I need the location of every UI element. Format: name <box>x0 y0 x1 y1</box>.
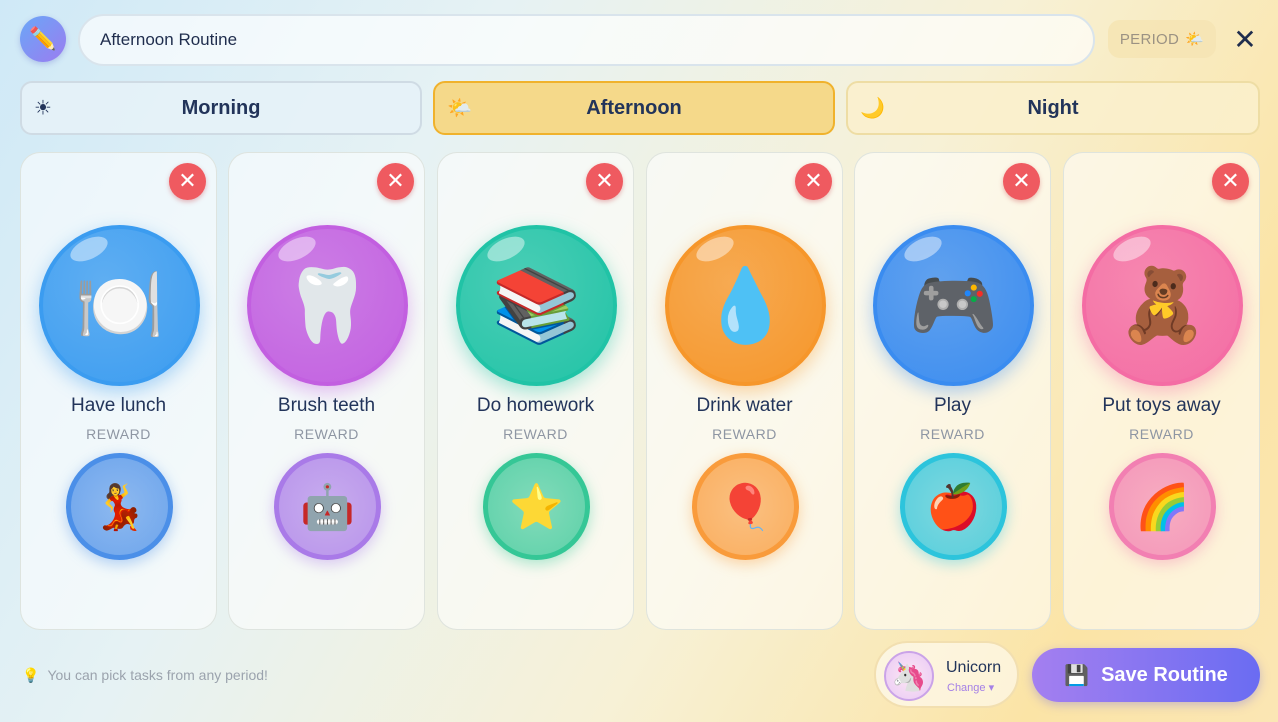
moon-icon: 🌙 <box>860 97 885 120</box>
close-icon: ✕ <box>595 169 614 194</box>
period-label: PERIOD <box>1119 30 1180 48</box>
tip-message: 💡 You can pick tasks from any period! <box>22 664 268 686</box>
task-card[interactable]: ✕ 🦷 Brush teeth REWARD 🤖 <box>228 152 425 630</box>
period-button[interactable]: PERIOD 🌤️ <box>1108 20 1216 58</box>
task-name: Put toys away <box>1102 395 1221 416</box>
reward-button[interactable]: 💃 <box>66 453 173 560</box>
pet-avatar-glyph: 🦄 <box>891 660 927 692</box>
reward-label: REWARD <box>86 426 151 442</box>
reward-button[interactable]: 🍎 <box>900 453 1007 560</box>
routine-title-input[interactable] <box>78 14 1095 66</box>
close-icon: ✕ <box>804 169 823 194</box>
reward-button[interactable]: 🌈 <box>1109 453 1216 560</box>
tab-morning[interactable]: ☀ Morning <box>20 81 422 135</box>
rainbow-icon: 🌈 <box>1135 482 1190 532</box>
close-icon: ✕ <box>386 169 405 194</box>
task-card[interactable]: ✕ 🧸 Put toys away REWARD 🌈 <box>1063 152 1260 630</box>
tab-afternoon[interactable]: 🌤️ Afternoon <box>433 81 835 135</box>
reward-label: REWARD <box>1129 426 1194 442</box>
edit-icon[interactable]: ✏️ <box>20 16 66 62</box>
lightbulb-icon: 💡 <box>22 666 40 683</box>
task-icon-circle[interactable]: 🧸 <box>1082 225 1243 386</box>
books-icon: 📚 <box>491 266 582 346</box>
remove-task-button[interactable]: ✕ <box>795 163 832 200</box>
tab-night[interactable]: 🌙 Night <box>846 81 1260 135</box>
close-icon: ✕ <box>1012 169 1031 194</box>
remove-task-button[interactable]: ✕ <box>1003 163 1040 200</box>
task-name: Brush teeth <box>277 395 376 416</box>
teddy-bear-icon: 🧸 <box>1117 266 1208 346</box>
save-routine-button[interactable]: 💾 Save Routine <box>1032 648 1260 702</box>
task-icon-circle[interactable]: 📚 <box>456 225 617 386</box>
top-bar: ✏️ PERIOD 🌤️ ✕ <box>20 14 1260 66</box>
reward-label: REWARD <box>712 426 777 442</box>
reward-button[interactable]: 🎈 <box>692 453 799 560</box>
close-icon: ✕ <box>1221 169 1240 194</box>
task-card[interactable]: ✕ 🍽️ Have lunch REWARD 💃 <box>20 152 217 630</box>
task-name: Do homework <box>476 395 595 416</box>
pet-change-link[interactable]: Change ▾ <box>947 681 994 694</box>
tab-label: Afternoon <box>586 96 682 119</box>
tip-text: You can pick tasks from any period! <box>47 667 268 683</box>
tab-label: Morning <box>181 96 261 119</box>
task-cards: ✕ 🍽️ Have lunch REWARD 💃 ✕ 🦷 Brush teeth… <box>20 152 1260 630</box>
remove-task-button[interactable]: ✕ <box>169 163 206 200</box>
tab-label: Night <box>1027 96 1079 119</box>
dancer-icon: 💃 <box>92 482 147 532</box>
game-controller-icon: 🎮 <box>908 266 999 346</box>
pet-name: Unicorn <box>946 659 1002 676</box>
task-card[interactable]: ✕ 💧 Drink water REWARD 🎈 <box>646 152 843 630</box>
save-label: Save Routine <box>1101 663 1228 686</box>
period-tabs: ☀ Morning 🌤️ Afternoon 🌙 Night <box>20 81 1260 135</box>
pet-selector[interactable]: 🦄 Unicorn Change ▾ <box>874 641 1019 708</box>
remove-task-button[interactable]: ✕ <box>1212 163 1249 200</box>
task-name: Drink water <box>696 395 793 416</box>
unicorn-icon: 🦄 <box>884 651 934 701</box>
remove-task-button[interactable]: ✕ <box>586 163 623 200</box>
water-drop-icon: 💧 <box>700 266 791 346</box>
remove-task-button[interactable]: ✕ <box>377 163 414 200</box>
reward-label: REWARD <box>294 426 359 442</box>
sun-icon: ☀ <box>34 97 52 120</box>
reward-label: REWARD <box>920 426 985 442</box>
reward-label: REWARD <box>503 426 568 442</box>
sun-behind-cloud-icon: 🌤️ <box>1185 31 1205 48</box>
sun-behind-cloud-icon: 🌤️ <box>447 97 472 120</box>
robot-icon: 🤖 <box>300 482 355 532</box>
close-icon: ✕ <box>178 169 197 194</box>
task-icon-circle[interactable]: 🦷 <box>247 225 408 386</box>
task-name: Have lunch <box>70 395 167 416</box>
pencil-icon: ✏️ <box>29 26 57 51</box>
task-icon-circle[interactable]: 💧 <box>665 225 826 386</box>
task-card[interactable]: ✕ 🎮 Play REWARD 🍎 <box>854 152 1051 630</box>
tooth-icon: 🦷 <box>282 266 373 346</box>
star-icon: ⭐ <box>509 482 564 532</box>
task-name: Play <box>934 395 971 416</box>
close-icon[interactable]: ✕ <box>1232 23 1258 56</box>
reward-button[interactable]: ⭐ <box>483 453 590 560</box>
reward-button[interactable]: 🤖 <box>274 453 381 560</box>
task-card[interactable]: ✕ 📚 Do homework REWARD ⭐ <box>437 152 634 630</box>
task-icon-circle[interactable]: 🎮 <box>873 225 1034 386</box>
task-icon-circle[interactable]: 🍽️ <box>39 225 200 386</box>
apple-icon: 🍎 <box>926 482 981 532</box>
balloon-icon: 🎈 <box>718 482 773 532</box>
floppy-disk-icon: 💾 <box>1064 664 1090 687</box>
plate-cutlery-icon: 🍽️ <box>74 266 165 346</box>
